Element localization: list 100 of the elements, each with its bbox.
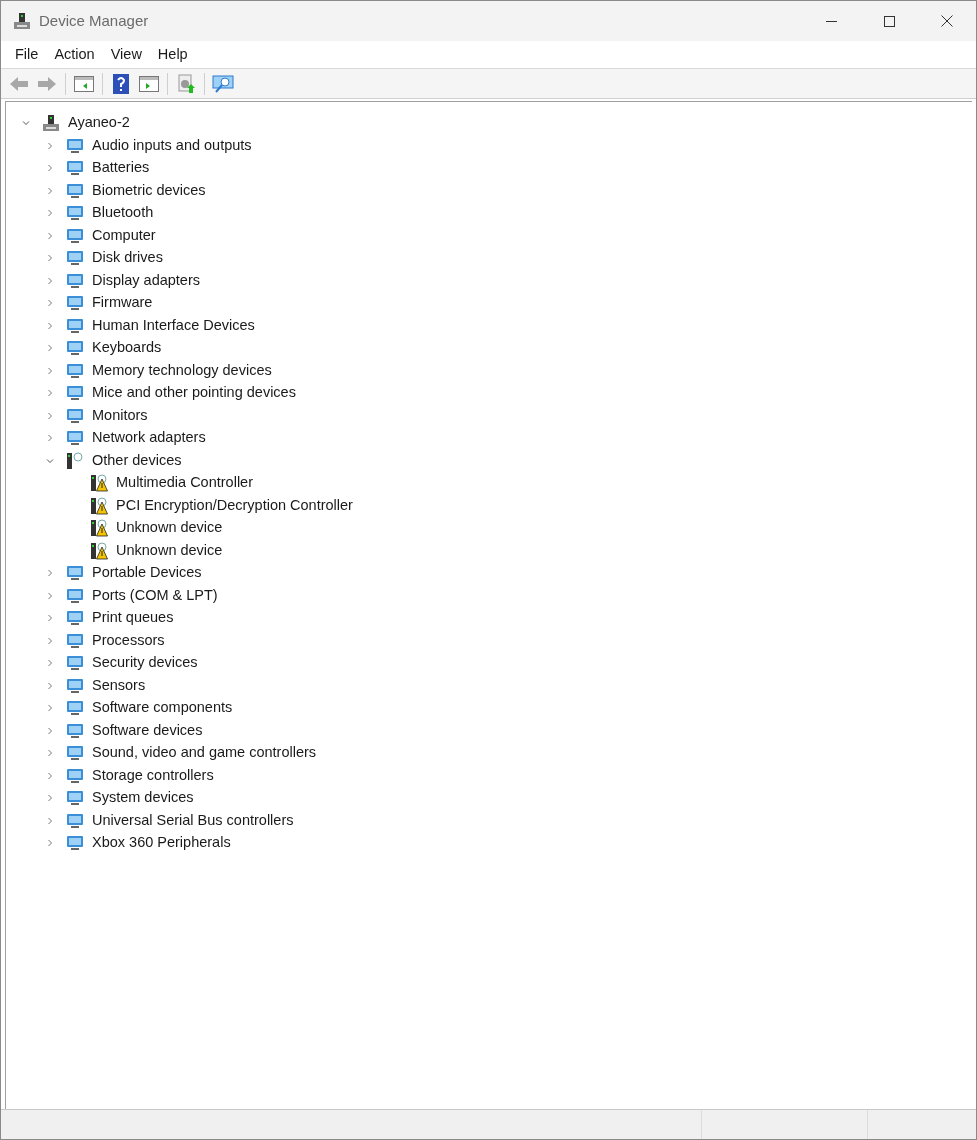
chevron-right-icon[interactable] bbox=[46, 276, 54, 285]
chevron-down-icon[interactable] bbox=[46, 456, 54, 465]
tree-item-label[interactable]: Universal Serial Bus controllers bbox=[92, 809, 294, 832]
device-icon bbox=[66, 834, 84, 853]
tree-item-label[interactable]: Processors bbox=[92, 629, 165, 652]
tree-item-label[interactable]: Audio inputs and outputs bbox=[92, 134, 252, 157]
chevron-right-icon[interactable] bbox=[46, 411, 54, 420]
device-icon bbox=[66, 766, 84, 785]
device-icon bbox=[66, 429, 84, 448]
chevron-right-icon[interactable] bbox=[46, 299, 54, 308]
chevron-right-icon[interactable] bbox=[46, 164, 54, 173]
tree-item-label[interactable]: Network adapters bbox=[92, 427, 206, 450]
device-icon bbox=[66, 181, 84, 200]
device-icon bbox=[66, 744, 84, 763]
chevron-right-icon[interactable] bbox=[46, 636, 54, 645]
chevron-right-icon[interactable] bbox=[46, 794, 54, 803]
window-pane-icon bbox=[139, 75, 159, 92]
device-icon bbox=[66, 811, 84, 830]
chevron-right-icon[interactable] bbox=[46, 569, 54, 578]
device-icon bbox=[66, 609, 84, 628]
tree-item-label[interactable]: Monitors bbox=[92, 404, 148, 427]
tree-item-label[interactable]: Human Interface Devices bbox=[92, 314, 255, 337]
device-icon bbox=[66, 271, 84, 290]
menu-item[interactable]: File bbox=[7, 43, 47, 66]
tree-item-label[interactable]: Ayaneo-2 bbox=[68, 112, 130, 135]
tree-item-label[interactable]: Sound, video and game controllers bbox=[92, 742, 317, 765]
tree-item-label[interactable]: PCI Encryption/Decryption Controller bbox=[116, 494, 353, 517]
chevron-right-icon[interactable] bbox=[46, 389, 54, 398]
chevron-right-icon[interactable] bbox=[46, 771, 54, 780]
tree-item-label[interactable]: Print queues bbox=[92, 607, 174, 630]
chevron-right-icon[interactable] bbox=[46, 141, 54, 150]
device-icon bbox=[66, 676, 84, 695]
device-icon bbox=[66, 361, 84, 380]
chevron-right-icon[interactable] bbox=[46, 726, 54, 735]
tree-item-label[interactable]: Biometric devices bbox=[92, 179, 206, 202]
tree-item-label[interactable]: Bluetooth bbox=[92, 202, 154, 225]
close-icon bbox=[941, 15, 953, 27]
device-icon bbox=[66, 699, 84, 718]
tree-item-label[interactable]: Memory technology devices bbox=[92, 359, 272, 382]
tree-item-label[interactable]: Security devices bbox=[92, 652, 198, 675]
chevron-right-icon[interactable] bbox=[46, 209, 54, 218]
chevron-right-icon[interactable] bbox=[46, 681, 54, 690]
maximize-icon bbox=[883, 15, 895, 27]
tree-item-label[interactable]: Batteries bbox=[92, 157, 150, 180]
device-icon bbox=[66, 136, 84, 155]
chevron-right-icon[interactable] bbox=[46, 659, 54, 668]
chevron-down-icon[interactable] bbox=[22, 119, 30, 128]
chevron-right-icon[interactable] bbox=[46, 614, 54, 623]
tree-item-label[interactable]: Software devices bbox=[92, 719, 203, 742]
tree-item-label[interactable]: Xbox 360 Peripherals bbox=[92, 832, 231, 855]
tree-item-label[interactable]: Unknown device bbox=[116, 539, 223, 562]
chevron-right-icon[interactable] bbox=[46, 231, 54, 240]
chevron-right-icon[interactable] bbox=[46, 344, 54, 353]
device-icon bbox=[66, 564, 84, 583]
chevron-right-icon[interactable] bbox=[46, 186, 54, 195]
window-pane-icon bbox=[74, 75, 94, 92]
tree-item-label[interactable]: Storage controllers bbox=[92, 764, 214, 787]
tree-item-label[interactable]: Multimedia Controller bbox=[116, 472, 253, 495]
device-icon bbox=[66, 586, 84, 605]
device-icon bbox=[66, 249, 84, 268]
device-icon bbox=[66, 631, 84, 650]
chevron-right-icon[interactable] bbox=[46, 366, 54, 375]
tree-item-label[interactable]: Computer bbox=[92, 224, 156, 247]
device-icon bbox=[66, 204, 84, 223]
chevron-right-icon[interactable] bbox=[46, 816, 54, 825]
chevron-right-icon[interactable] bbox=[46, 591, 54, 600]
monitor-search-icon bbox=[212, 73, 234, 94]
computer-icon bbox=[13, 12, 31, 30]
device-icon bbox=[66, 159, 84, 178]
chevron-right-icon[interactable] bbox=[46, 704, 54, 713]
menu-item[interactable]: Action bbox=[46, 43, 103, 66]
chevron-right-icon[interactable] bbox=[46, 321, 54, 330]
chevron-right-icon[interactable] bbox=[46, 434, 54, 443]
device-icon bbox=[66, 654, 84, 673]
tree-item-label[interactable]: Firmware bbox=[92, 292, 153, 315]
tree-item-label[interactable]: Other devices bbox=[92, 449, 182, 472]
computer-icon bbox=[42, 114, 60, 133]
tree-item-label[interactable]: System devices bbox=[92, 787, 194, 810]
device-icon bbox=[66, 294, 84, 313]
tree-item-label[interactable]: Software components bbox=[92, 697, 233, 720]
tree-item-label[interactable]: Display adapters bbox=[92, 269, 200, 292]
tree-item-label[interactable]: Ports (COM & LPT) bbox=[92, 584, 218, 607]
back-arrow-icon bbox=[9, 75, 29, 92]
tree-item-label[interactable]: Disk drives bbox=[92, 247, 163, 270]
chevron-right-icon[interactable] bbox=[46, 254, 54, 263]
tree-item-label[interactable]: Sensors bbox=[92, 674, 146, 697]
device-icon bbox=[66, 226, 84, 245]
device-icon bbox=[66, 384, 84, 403]
menu-item[interactable]: Help bbox=[149, 43, 196, 66]
forward-arrow-icon bbox=[37, 75, 57, 92]
tree-item-label[interactable]: Unknown device bbox=[116, 517, 223, 540]
device-icon bbox=[66, 339, 84, 358]
chevron-right-icon[interactable] bbox=[46, 749, 54, 758]
tree-item-label[interactable]: Portable Devices bbox=[92, 562, 202, 585]
tree-item-label[interactable]: Mice and other pointing devices bbox=[92, 382, 296, 405]
chevron-right-icon[interactable] bbox=[46, 839, 54, 848]
menu-item[interactable]: View bbox=[102, 43, 150, 66]
device-icon bbox=[66, 451, 84, 470]
tree-item-label[interactable]: Keyboards bbox=[92, 337, 162, 360]
device-icon bbox=[66, 721, 84, 740]
